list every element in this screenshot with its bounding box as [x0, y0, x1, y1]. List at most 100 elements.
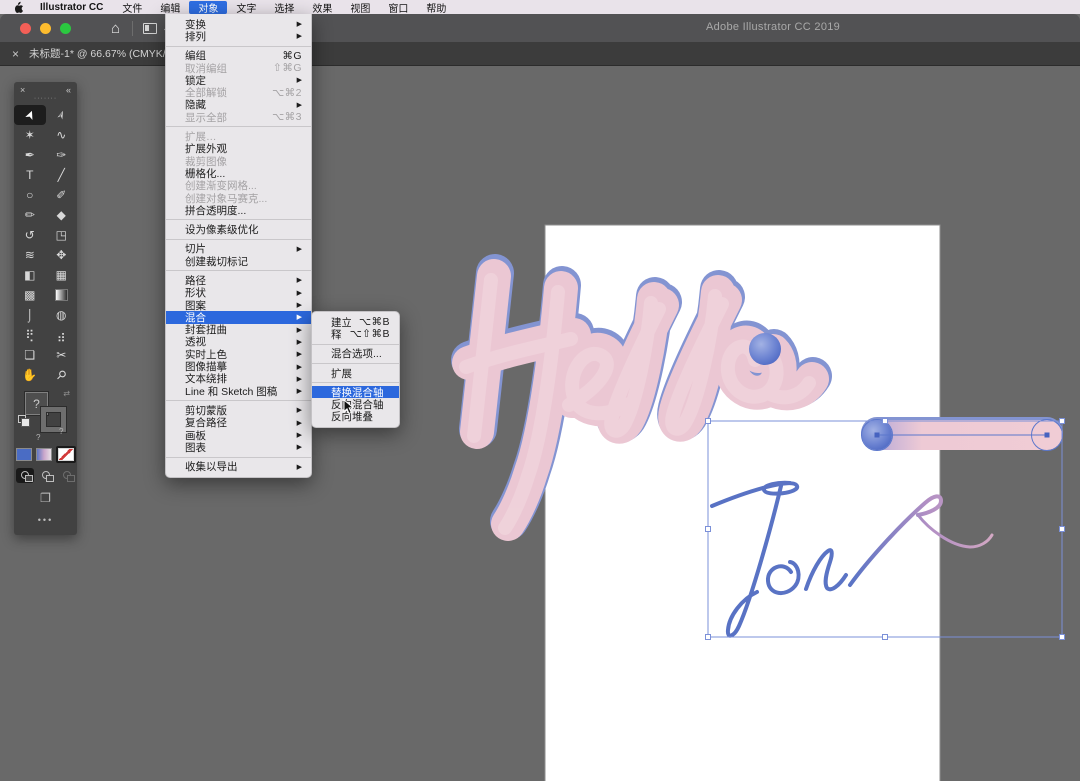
tab-close-icon[interactable]: × [12, 47, 19, 61]
paintbrush-tool[interactable]: ✐ [46, 185, 78, 205]
panel-close-icon[interactable]: × [20, 85, 25, 95]
blend-tool-icon: ◍ [56, 309, 66, 321]
blend-spine-tube[interactable] [862, 420, 1063, 451]
submenu-arrow-icon: ▶ [297, 245, 302, 253]
eraser-tool[interactable]: ◆ [46, 205, 78, 225]
gradient-tool-icon [55, 289, 68, 301]
rotate-tool[interactable]: ↺ [14, 225, 46, 245]
mouse-cursor [343, 399, 355, 420]
menubar-item-view[interactable]: 视图 [341, 1, 379, 14]
close-window-button[interactable] [20, 23, 31, 34]
titlebar-divider [132, 21, 133, 36]
slice-tool-icon: ✂ [56, 349, 66, 361]
type-tool[interactable]: T [14, 165, 46, 185]
lasso-tool[interactable]: ∿ [46, 125, 78, 145]
hand-tool[interactable]: ✋ [14, 365, 46, 385]
swap-fill-stroke-icon[interactable]: ⇄ [63, 389, 70, 398]
pencil-tool[interactable]: ✏ [14, 205, 46, 225]
mesh-tool-icon: ▩ [24, 289, 35, 301]
artboard[interactable] [545, 225, 940, 781]
menu-separator [312, 382, 399, 383]
pen-tool[interactable]: ✒ [14, 145, 46, 165]
free-transform-tool[interactable]: ✥ [46, 245, 78, 265]
menu-item-collect-for-export[interactable]: 收集以导出▶ [166, 461, 311, 473]
pen-tool-icon: ✒ [25, 149, 35, 161]
panel-collapse-icon[interactable]: « [66, 85, 71, 95]
type-tool-icon: T [26, 169, 33, 181]
menu-item-pixel-perfect[interactable]: 设为像素级优化 [166, 223, 311, 235]
line-segment-tool[interactable]: ╱ [46, 165, 78, 185]
menubar-item-window[interactable]: 窗口 [379, 1, 417, 14]
draw-normal-mode[interactable] [16, 468, 34, 483]
color-button[interactable] [16, 448, 32, 461]
screen-mode-button[interactable]: ❐ [14, 491, 77, 505]
blend-endpoint-sphere[interactable] [749, 333, 781, 365]
column-graph-tool[interactable]: ⣴ [46, 325, 78, 345]
submenu-arrow-icon: ▶ [297, 301, 302, 309]
menu-item-crop-marks[interactable]: 创建裁切标记 [166, 255, 311, 267]
pencil-tool-icon: ✏ [25, 209, 35, 221]
mesh-tool[interactable]: ▩ [14, 285, 46, 305]
gradient-button[interactable] [36, 448, 52, 461]
menubar-app-name[interactable]: Illustrator CC [34, 2, 113, 13]
none-button[interactable] [58, 448, 74, 461]
none-button-frame [56, 446, 76, 463]
submenu-arrow-icon: ▶ [297, 32, 302, 40]
blend-tool[interactable]: ◍ [46, 305, 78, 325]
panel-grip-handle[interactable]: ······· [14, 95, 77, 105]
minimize-window-button[interactable] [40, 23, 51, 34]
zoom-window-button[interactable] [60, 23, 71, 34]
magic-wand-tool[interactable]: ✶ [14, 125, 46, 145]
rotate-tool-icon: ↺ [25, 229, 35, 241]
menubar-item-help[interactable]: 帮助 [417, 1, 455, 14]
paintbrush-tool-icon: ✐ [56, 189, 66, 201]
arrange-documents-icon[interactable] [143, 23, 157, 34]
submenu-arrow-icon: ▶ [297, 406, 302, 414]
menubar-item-file[interactable]: 文件 [113, 1, 151, 14]
menubar-item-effect[interactable]: 效果 [303, 1, 341, 14]
menu-item-flatten-transparency[interactable]: 拼合透明度... [166, 204, 311, 216]
default-fill-stroke-icon[interactable] [18, 415, 26, 423]
menubar-item-select[interactable]: 选择 [265, 1, 303, 14]
eyedropper-tool[interactable]: ⌡ [14, 305, 46, 325]
submenu-arrow-icon: ▶ [297, 387, 302, 395]
menu-item-graph[interactable]: 图表▶ [166, 441, 311, 453]
direct-selection-tool[interactable]: ➢ [46, 105, 78, 125]
shape-builder-tool[interactable]: ◧ [14, 265, 46, 285]
submenu-item-expand[interactable]: 扩展 [312, 367, 399, 379]
symbol-sprayer-tool[interactable]: ⢟ [14, 325, 46, 345]
draw-behind-mode[interactable] [37, 468, 55, 483]
home-icon[interactable]: ⌂ [111, 21, 120, 36]
shape-builder-tool-icon: ◧ [24, 269, 35, 281]
gradient-tool[interactable] [46, 285, 78, 305]
submenu-item-release[interactable]: 释放⌥⇧⌘B [312, 328, 399, 340]
menu-separator [166, 46, 311, 47]
canvas[interactable] [0, 0, 1080, 781]
menu-item-arrange[interactable]: 排列▶ [166, 30, 311, 42]
menu-separator [166, 400, 311, 401]
menubar-item-type[interactable]: 文字 [227, 1, 265, 14]
eyedropper-tool-icon: ⌡ [26, 309, 33, 321]
artboard-tool[interactable]: ❏ [14, 345, 46, 365]
slice-tool[interactable]: ✂ [46, 345, 78, 365]
submenu-item-make[interactable]: 建立⌥⌘B [312, 316, 399, 328]
scale-tool[interactable]: ◳ [46, 225, 78, 245]
scale-tool-icon: ◳ [56, 229, 67, 241]
ellipse-tool[interactable]: ○ [14, 185, 46, 205]
edit-toolbar-button[interactable]: ••• [14, 515, 77, 525]
zoom-tool[interactable]: ⚲ [46, 365, 78, 385]
submenu-item-reverse-front-to-back[interactable]: 反向堆叠 [312, 411, 399, 423]
submenu-item-blend-options[interactable]: 混合选项... [312, 348, 399, 360]
menubar-item-edit[interactable]: 编辑 [151, 1, 189, 14]
perspective-grid-tool[interactable]: ▦ [46, 265, 78, 285]
menu-item-line-sketch[interactable]: Line 和 Sketch 图稿▶ [166, 385, 311, 397]
submenu-arrow-icon: ▶ [297, 326, 302, 334]
draw-inside-mode[interactable] [58, 468, 76, 483]
menu-item-show-all[interactable]: 显示全部⌥⌘3 [166, 111, 311, 123]
menu-separator [166, 239, 311, 240]
curvature-tool[interactable]: ✑ [46, 145, 78, 165]
apple-icon[interactable] [13, 1, 24, 13]
selection-tool[interactable]: ➤ [14, 105, 46, 125]
menubar-item-object[interactable]: 对象 [189, 1, 227, 14]
width-tool[interactable]: ≋ [14, 245, 46, 265]
